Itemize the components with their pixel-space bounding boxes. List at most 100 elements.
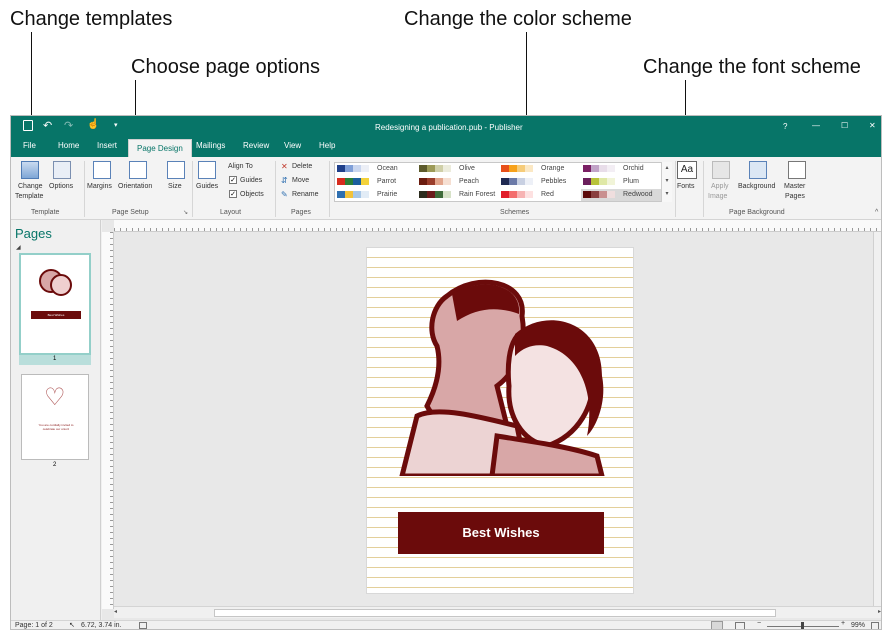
orientation-button[interactable]: Orientation <box>118 183 152 190</box>
page-thumbnail-2[interactable]: ♡ You are cordially invited to celebrate… <box>21 374 89 460</box>
change-template-label-1[interactable]: Change <box>18 183 43 190</box>
guides-check-label[interactable]: Guides <box>240 177 262 184</box>
scheme-item-peach[interactable]: Peach <box>417 176 497 188</box>
document-canvas[interactable]: Best Wishes <box>102 220 881 620</box>
apply-image-label-1[interactable]: Apply <box>711 183 729 190</box>
move-page-icon[interactable]: ⇵ <box>281 176 288 185</box>
margins-button[interactable]: Margins <box>87 183 112 190</box>
scheme-swatch <box>435 178 443 185</box>
guides-icon[interactable] <box>198 161 216 179</box>
scheme-item-parrot[interactable]: Parrot <box>335 176 415 188</box>
gallery-scroll[interactable]: ▴ ▾ ▾ <box>661 162 672 202</box>
restore-button[interactable]: ☐ <box>841 121 848 130</box>
size-button[interactable]: Size <box>168 183 182 190</box>
pages-pane-title: Pages <box>15 226 52 241</box>
zoom-level[interactable]: 99% <box>851 622 865 629</box>
objects-checkbox[interactable]: ✓ <box>229 190 237 198</box>
objects-check-label[interactable]: Objects <box>240 191 264 198</box>
redo-icon[interactable]: ↷ <box>64 119 73 132</box>
vertical-scrollbar[interactable] <box>873 232 881 609</box>
move-page-button[interactable]: Move <box>292 177 309 184</box>
zoom-slider-thumb[interactable] <box>801 622 804 629</box>
scroll-left-arrow[interactable]: ◂ <box>114 608 117 615</box>
master-pages-label-2[interactable]: Pages <box>785 193 805 200</box>
master-pages-label-1[interactable]: Master <box>784 183 805 190</box>
scheme-swatch <box>591 191 599 198</box>
scheme-swatch <box>501 178 509 185</box>
fonts-icon[interactable]: Aa <box>677 161 697 179</box>
collapse-pane-icon[interactable]: ◢ <box>16 244 21 251</box>
tab-mailings[interactable]: Mailings <box>196 141 225 150</box>
tab-view[interactable]: View <box>284 141 301 150</box>
scheme-item-olive[interactable]: Olive <box>417 163 497 175</box>
two-page-view-icon[interactable] <box>735 622 745 629</box>
scheme-swatch <box>525 191 533 198</box>
close-button[interactable]: ✕ <box>869 121 876 130</box>
tab-home[interactable]: Home <box>58 141 79 150</box>
change-template-icon[interactable] <box>21 161 39 179</box>
scheme-swatch <box>501 165 509 172</box>
touch-mode-icon[interactable]: ☝ <box>87 119 99 130</box>
tab-review[interactable]: Review <box>243 141 269 150</box>
scheme-swatch <box>337 191 345 198</box>
dialog-launcher-icon[interactable]: ↘ <box>183 209 188 216</box>
margins-icon[interactable] <box>93 161 111 179</box>
scheme-item-prairie[interactable]: Prairie <box>335 189 415 201</box>
fonts-button[interactable]: Fonts <box>677 183 695 190</box>
options-icon[interactable] <box>53 161 71 179</box>
scheme-item-redwood[interactable]: Redwood <box>581 189 661 201</box>
scheme-swatch <box>583 178 591 185</box>
scheme-item-orchid[interactable]: Orchid <box>581 163 661 175</box>
scheme-item-rain-forest[interactable]: Rain Forest <box>417 189 497 201</box>
help-button[interactable]: ? <box>783 122 787 131</box>
scheme-item-red[interactable]: Red <box>499 189 579 201</box>
cursor-position: 6.72, 3.74 in. <box>81 622 122 629</box>
size-icon[interactable] <box>167 161 185 179</box>
scroll-thumb[interactable] <box>214 609 776 617</box>
master-pages-icon[interactable] <box>788 161 806 179</box>
background-icon[interactable] <box>749 161 767 179</box>
orientation-icon[interactable] <box>129 161 147 179</box>
rename-page-icon[interactable]: ✎ <box>281 190 288 199</box>
zoom-out-button[interactable]: − <box>757 620 761 627</box>
page-indicator[interactable]: Page: 1 of 2 <box>15 622 53 629</box>
tab-help[interactable]: Help <box>319 141 335 150</box>
scheme-item-plum[interactable]: Plum <box>581 176 661 188</box>
zoom-in-button[interactable]: + <box>841 620 845 627</box>
scheme-item-ocean[interactable]: Ocean <box>335 163 415 175</box>
save-icon[interactable] <box>23 120 33 131</box>
customize-qat-icon[interactable]: ▾ <box>114 121 118 129</box>
scheme-swatch <box>591 165 599 172</box>
cursor-icon: ↖ <box>69 622 75 629</box>
guides-button[interactable]: Guides <box>196 183 218 190</box>
undo-icon[interactable]: ↶ <box>43 119 52 132</box>
rename-page-button[interactable]: Rename <box>292 191 318 198</box>
callout-choose-page-options: Choose page options <box>131 56 321 78</box>
tab-file[interactable]: File <box>23 141 36 150</box>
publication-page[interactable]: Best Wishes <box>366 247 634 594</box>
change-template-label-2[interactable]: Template <box>15 193 43 200</box>
page-thumbnail-1[interactable]: Best Wishes <box>19 253 91 355</box>
macro-record-icon[interactable] <box>139 622 147 629</box>
apply-image-label-2[interactable]: Image <box>708 193 727 200</box>
options-button[interactable]: Options <box>49 183 73 190</box>
background-button[interactable]: Background <box>738 183 775 190</box>
apply-image-icon[interactable] <box>712 161 730 179</box>
scheme-swatch <box>337 178 345 185</box>
single-page-view-icon[interactable] <box>711 621 723 629</box>
guides-checkbox[interactable]: ✓ <box>229 176 237 184</box>
tab-insert[interactable]: Insert <box>97 141 117 150</box>
collapse-ribbon-icon[interactable]: ^ <box>875 209 878 216</box>
scroll-right-arrow[interactable]: ▸ <box>878 608 881 615</box>
minimize-button[interactable]: — <box>812 121 820 130</box>
scheme-item-orange[interactable]: Orange <box>499 163 579 175</box>
fit-page-icon[interactable] <box>871 622 879 629</box>
horizontal-scrollbar[interactable]: ◂ ▸ <box>114 606 881 618</box>
tab-page-design[interactable]: Page Design <box>128 139 192 157</box>
group-pages: Pages <box>291 209 311 216</box>
best-wishes-banner[interactable]: Best Wishes <box>398 512 604 554</box>
scheme-item-pebbles[interactable]: Pebbles <box>499 176 579 188</box>
delete-page-icon[interactable]: ✕ <box>281 162 288 171</box>
couple-illustration[interactable] <box>397 276 607 476</box>
delete-page-button[interactable]: Delete <box>292 163 312 170</box>
